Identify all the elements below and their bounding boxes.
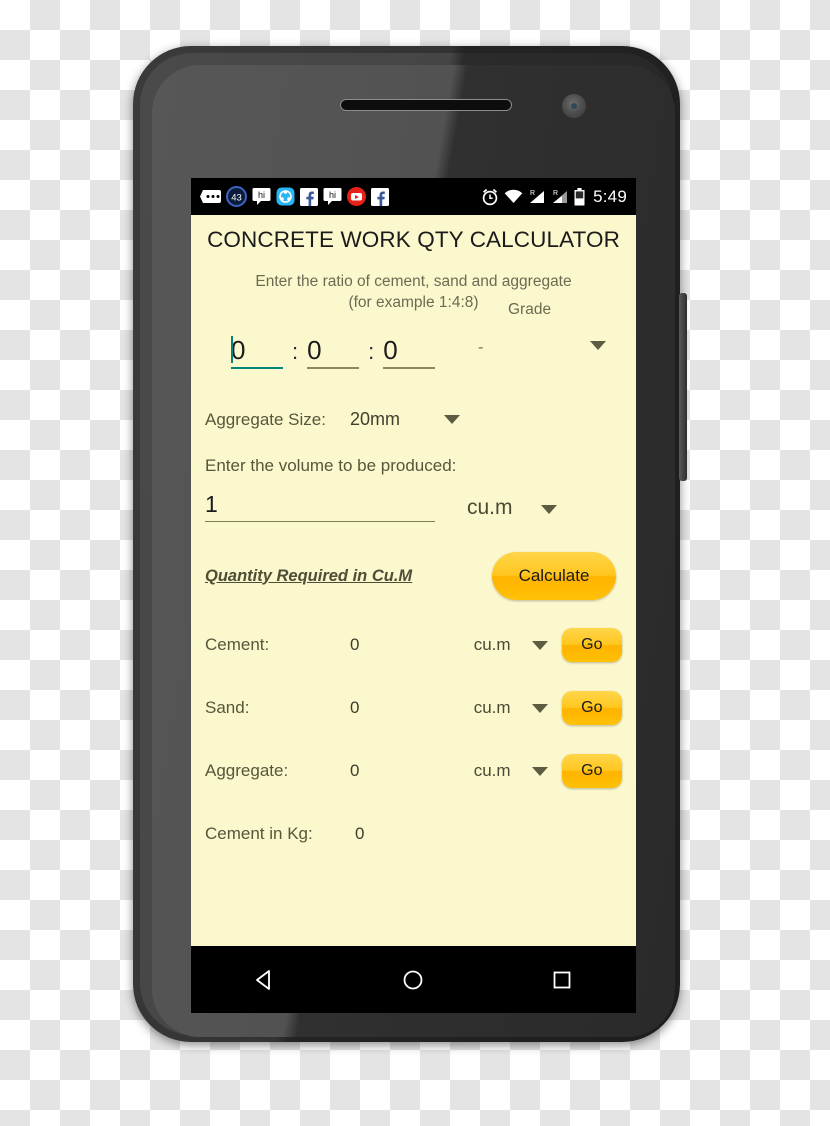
signal-1-roaming-icon: R bbox=[528, 188, 546, 205]
ratio-sand-input[interactable]: 0 bbox=[307, 335, 360, 369]
volume-input-row: 1 cu.m bbox=[205, 490, 622, 522]
earpiece-speaker bbox=[340, 99, 512, 111]
status-bar-clock: 5:49 bbox=[593, 186, 627, 206]
shareit-icon bbox=[276, 187, 295, 206]
svg-text:hi: hi bbox=[329, 190, 336, 200]
aggregate-size-row: Aggregate Size: 20mm bbox=[205, 409, 622, 430]
result-label: Sand: bbox=[205, 698, 250, 717]
result-row-sand: Sand: 0 cu.m Go bbox=[205, 690, 622, 726]
volume-unit-value[interactable]: cu.m bbox=[467, 494, 513, 522]
power-button[interactable] bbox=[679, 293, 687, 481]
ratio-aggregate-input[interactable]: 0 bbox=[383, 335, 436, 369]
android-nav-bar bbox=[191, 946, 636, 1013]
svg-text:R: R bbox=[530, 190, 535, 197]
result-row-aggregate: Aggregate: 0 cu.m Go bbox=[205, 753, 622, 789]
aggregate-size-value[interactable]: 20mm bbox=[350, 409, 400, 430]
hike-2-icon: hi bbox=[323, 187, 342, 206]
go-button[interactable]: Go bbox=[561, 691, 622, 725]
ratio-input-row: 0 : 0 : 0 Grade - bbox=[205, 301, 622, 369]
result-value: 0 bbox=[349, 698, 360, 717]
calculate-button[interactable]: Calculate bbox=[492, 552, 616, 600]
recents-icon[interactable] bbox=[522, 960, 602, 1000]
phone-bezel-inner: 43 hi hi R R 5:49 CONCRETE WORK QTY CALC… bbox=[140, 53, 675, 1037]
ratio-cement-input[interactable]: 0 bbox=[231, 335, 283, 369]
results-heading: Quantity Required in Cu.M bbox=[205, 566, 413, 585]
grade-dropdown[interactable]: Grade - bbox=[462, 301, 620, 369]
signal-2-roaming-icon: R bbox=[551, 188, 569, 205]
aggregate-size-label: Aggregate Size: bbox=[205, 409, 326, 429]
home-icon[interactable] bbox=[373, 960, 453, 1000]
chevron-down-icon[interactable] bbox=[443, 415, 460, 424]
grade-label: Grade bbox=[508, 301, 552, 318]
phone-screen: 43 hi hi R R 5:49 CONCRETE WORK QTY CALC… bbox=[191, 178, 636, 1013]
wifi-icon bbox=[504, 189, 523, 204]
ratio-separator-2: : bbox=[368, 339, 375, 364]
phone-front-face: 43 hi hi R R 5:49 CONCRETE WORK QTY CALC… bbox=[152, 65, 675, 1037]
result-value: 0 bbox=[355, 824, 365, 843]
result-value: 0 bbox=[349, 635, 360, 654]
result-label: Cement in Kg: bbox=[205, 824, 313, 843]
status-bar-notifications: 43 hi hi bbox=[200, 186, 481, 207]
result-row-cement: Cement: 0 cu.m Go bbox=[205, 627, 622, 663]
chevron-down-icon[interactable] bbox=[531, 640, 548, 650]
svg-text:hi: hi bbox=[258, 190, 265, 200]
chevron-down-icon[interactable] bbox=[590, 341, 606, 350]
facebook-2-icon bbox=[371, 187, 389, 206]
chevron-down-icon[interactable] bbox=[540, 505, 557, 514]
go-button[interactable]: Go bbox=[561, 628, 622, 662]
go-button[interactable]: Go bbox=[561, 754, 622, 788]
result-label: Aggregate: bbox=[205, 761, 289, 780]
result-row-cement-kg: Cement in Kg: 0 bbox=[205, 816, 622, 852]
app-content: CONCRETE WORK QTY CALCULATOR Enter the r… bbox=[191, 215, 636, 852]
front-camera bbox=[562, 94, 586, 118]
messages-icon bbox=[200, 189, 221, 204]
ratio-hint-line2: (for example 1:4:8) bbox=[348, 294, 479, 311]
app-title: CONCRETE WORK QTY CALCULATOR bbox=[207, 227, 620, 252]
grade-value: - bbox=[478, 339, 484, 356]
ratio-hint: Enter the ratio of cement, sand and aggr… bbox=[205, 271, 622, 313]
result-unit[interactable]: cu.m bbox=[474, 698, 532, 718]
back-icon[interactable] bbox=[225, 960, 305, 1000]
alarm-icon bbox=[481, 188, 499, 206]
result-unit[interactable]: cu.m bbox=[474, 635, 532, 655]
results-header-row: Quantity Required in Cu.M Calculate bbox=[205, 552, 622, 600]
result-label: Cement: bbox=[205, 635, 270, 654]
result-value: 0 bbox=[349, 761, 360, 780]
ratio-hint-line1: Enter the ratio of cement, sand and aggr… bbox=[255, 273, 572, 290]
status-bar-system-icons: R R 5:49 bbox=[481, 187, 627, 207]
volume-input[interactable]: 1 bbox=[205, 490, 435, 522]
volume-label: Enter the volume to be produced: bbox=[205, 456, 457, 475]
badge-count-text: 43 bbox=[231, 193, 242, 204]
ratio-separator-1: : bbox=[292, 339, 299, 364]
phone-device: 43 hi hi R R 5:49 CONCRETE WORK QTY CALC… bbox=[133, 46, 687, 1042]
facebook-icon bbox=[300, 187, 318, 206]
battery-icon bbox=[574, 187, 585, 206]
svg-text:R: R bbox=[553, 190, 558, 197]
badge-43-icon: 43 bbox=[226, 186, 247, 207]
youtube-icon bbox=[347, 187, 366, 206]
chevron-down-icon[interactable] bbox=[531, 766, 548, 776]
hike-icon: hi bbox=[252, 187, 271, 206]
status-bar: 43 hi hi R R 5:49 bbox=[191, 178, 636, 215]
chevron-down-icon[interactable] bbox=[531, 703, 548, 713]
result-unit[interactable]: cu.m bbox=[474, 761, 532, 781]
